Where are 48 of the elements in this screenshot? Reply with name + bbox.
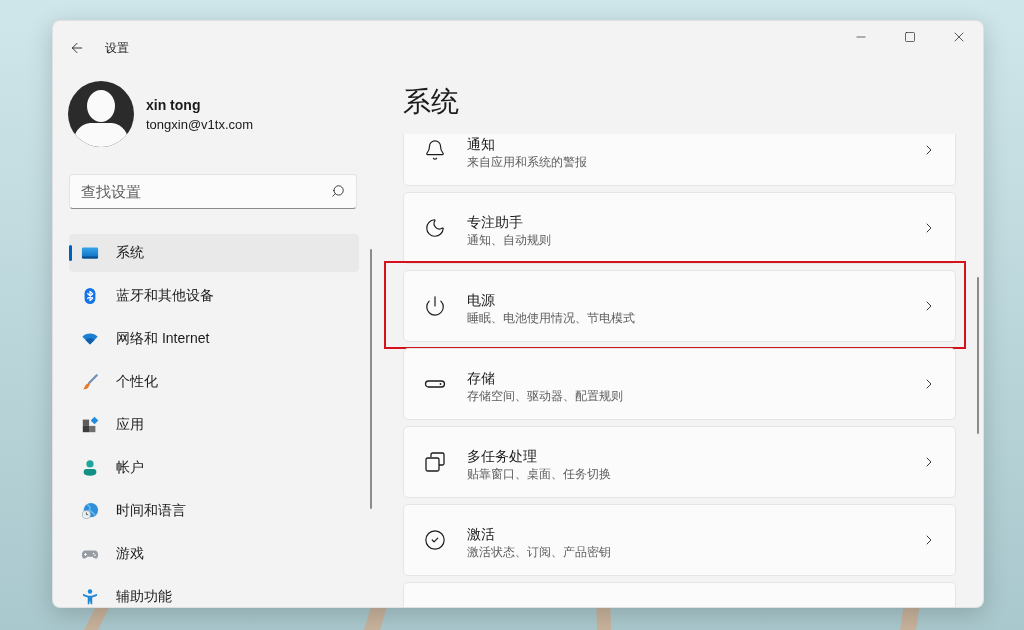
moon-icon — [424, 217, 446, 239]
card-subtitle: 来自应用和系统的警报 — [467, 153, 587, 171]
accessibility-icon — [81, 588, 99, 606]
window-title: 设置 — [105, 39, 129, 57]
card-title: 电源 — [467, 290, 495, 310]
search-field[interactable]: 查找设置 — [69, 174, 357, 209]
person-icon — [81, 459, 99, 477]
overlapping-squares-icon — [424, 451, 446, 473]
bell-icon — [424, 139, 446, 161]
nav-item[interactable]: 应用 — [69, 406, 359, 444]
user-name: xin tong — [146, 95, 202, 114]
settings-card[interactable]: 激活 激活状态、订阅、产品密钥 — [403, 504, 956, 576]
nav-item[interactable]: 网络和 Internet — [69, 320, 359, 358]
scrollbar-thumb[interactable] — [977, 277, 979, 434]
selection-indicator — [69, 245, 72, 261]
settings-card[interactable]: 专注助手 通知、自动规则 — [403, 192, 956, 264]
power-icon — [424, 295, 446, 317]
card-subtitle: 贴靠窗口、桌面、任务切换 — [467, 465, 611, 483]
globe-clock-icon — [81, 502, 99, 520]
card-subtitle: 通知、自动规则 — [467, 231, 551, 249]
settings-card[interactable]: 通知 来自应用和系统的警报 — [403, 134, 956, 186]
settings-card[interactable]: 多任务处理 贴靠窗口、桌面、任务切换 — [403, 426, 956, 498]
apps-grid-icon — [81, 416, 99, 434]
card-title: 专注助手 — [467, 212, 523, 232]
user-email: tongxin@v1tx.com — [146, 115, 254, 133]
nav-item[interactable]: 辅助功能 — [69, 578, 359, 607]
card-subtitle: 激活状态、订阅、产品密钥 — [467, 543, 611, 561]
card-title: 多任务处理 — [467, 446, 537, 466]
check-circle-icon — [424, 529, 446, 551]
nav-item[interactable]: 游戏 — [69, 535, 359, 573]
maximize-icon — [903, 31, 916, 43]
nav-item[interactable]: 个性化 — [69, 363, 359, 401]
card-subtitle: 睡眠、电池使用情况、节电模式 — [467, 309, 635, 327]
settings-card[interactable]: 存储 存储空间、驱动器、配置规则 — [403, 348, 956, 420]
settings-card[interactable]: 电源 睡眠、电池使用情况、节电模式 — [403, 270, 956, 342]
nav-item[interactable]: 时间和语言 — [69, 492, 359, 530]
nav-item[interactable]: 系统 — [69, 234, 359, 272]
card-title: 激活 — [467, 524, 495, 544]
scrollbar-thumb[interactable] — [370, 249, 372, 509]
page-title: 系统 — [403, 85, 459, 119]
avatar-icon — [68, 81, 134, 147]
card-title: 通知 — [467, 134, 495, 154]
search-icon — [331, 184, 345, 198]
card-subtitle: 存储空间、驱动器、配置规则 — [467, 387, 623, 405]
card-title: 存储 — [467, 368, 495, 388]
paintbrush-icon — [81, 373, 99, 391]
nav-item[interactable]: 帐户 — [69, 449, 359, 487]
nav-item[interactable]: 蓝牙和其他设备 — [69, 277, 359, 315]
